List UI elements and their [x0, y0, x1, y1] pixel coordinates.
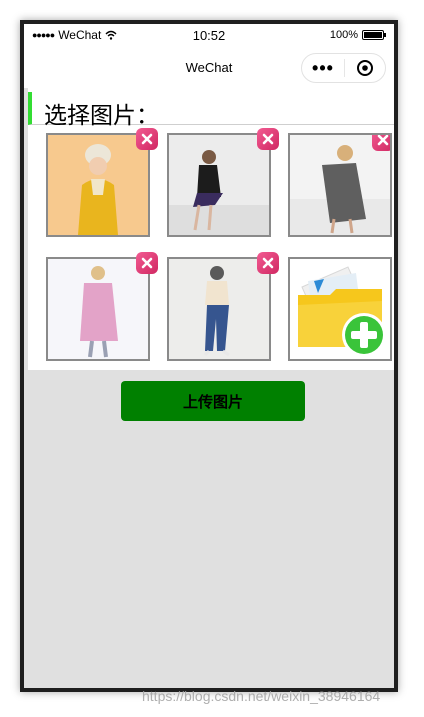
section-header: 选择图片：	[28, 92, 394, 128]
capsule-menu: •••	[301, 53, 386, 83]
close-icon	[141, 133, 153, 145]
battery-icon	[362, 30, 386, 40]
delete-image-button-3[interactable]	[372, 135, 390, 151]
photo-woman-jeans	[169, 259, 269, 359]
more-options-button[interactable]: •••	[302, 54, 344, 82]
photo-woman-pink-coat	[48, 259, 148, 359]
close-icon	[262, 257, 274, 269]
phone-frame: ●●●●● WeChat 10:52 100% WeChat ••• 选择图片：…	[20, 20, 398, 692]
add-image-button[interactable]	[288, 257, 392, 361]
section-title: 选择图片：	[44, 102, 159, 128]
image-picker-panel: 选择图片：	[28, 88, 394, 370]
battery-percent: 100%	[329, 29, 358, 41]
target-icon	[357, 60, 373, 76]
delete-image-button-2[interactable]	[257, 128, 279, 150]
delete-image-button-4[interactable]	[136, 252, 158, 274]
close-icon	[262, 133, 274, 145]
close-icon	[377, 135, 389, 146]
navigation-bar: WeChat •••	[24, 48, 394, 88]
folder-add-icon	[298, 266, 386, 357]
photo-woman-black-blazer	[169, 135, 269, 235]
watermark-text: https://blog.csdn.net/weixin_38946164	[142, 688, 381, 704]
close-icon	[141, 257, 153, 269]
delete-image-button-5[interactable]	[257, 252, 279, 274]
status-bar: ●●●●● WeChat 10:52 100%	[24, 24, 394, 48]
image-thumbnail-4[interactable]	[46, 257, 150, 361]
image-thumbnail-2[interactable]	[167, 133, 271, 237]
upload-images-button[interactable]: 上传图片	[121, 381, 305, 421]
image-thumbnail-5[interactable]	[167, 257, 271, 361]
delete-image-button-1[interactable]	[136, 128, 158, 150]
close-miniprogram-button[interactable]	[345, 59, 385, 77]
photo-woman-yellow-coat	[48, 135, 148, 235]
image-thumbnail-3[interactable]	[288, 133, 392, 237]
image-thumbnail-1[interactable]	[46, 133, 150, 237]
